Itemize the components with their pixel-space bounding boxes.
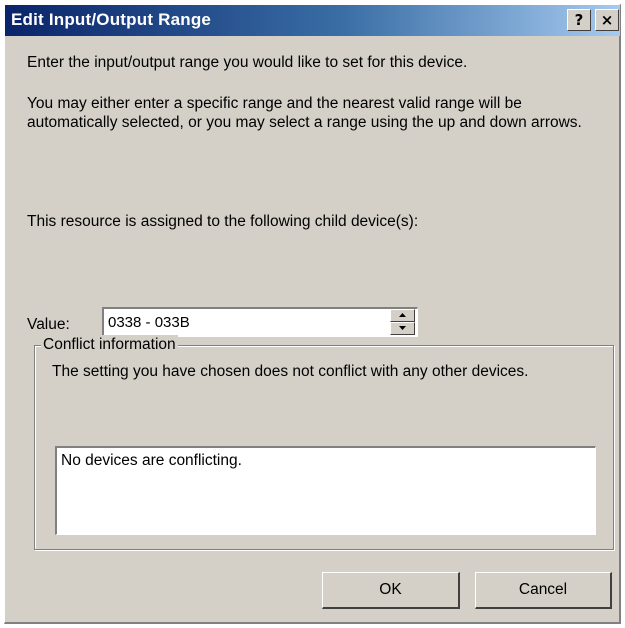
arrow-down-icon — [399, 326, 406, 330]
dialog-title: Edit Input/Output Range — [11, 10, 212, 29]
conflict-list[interactable]: No devices are conflicting. — [55, 446, 596, 535]
spin-up-button[interactable] — [390, 309, 415, 322]
intro-text: Enter the input/output range you would l… — [27, 54, 468, 71]
edit-io-range-dialog: Edit Input/Output Range ? × Enter the in… — [4, 4, 621, 624]
instructions-text: You may either enter a specific range an… — [27, 95, 582, 131]
conflict-information-group: Conflict information The setting you hav… — [34, 335, 614, 550]
value-input[interactable]: 0338 - 033B — [108, 314, 190, 332]
value-spinbox[interactable]: 0338 - 033B — [102, 307, 418, 337]
help-button[interactable]: ? — [567, 9, 591, 31]
conflict-group-label: Conflict information — [41, 335, 178, 354]
title-bar[interactable]: Edit Input/Output Range ? × — [5, 5, 620, 36]
close-button[interactable]: × — [595, 9, 619, 31]
assignment-text: This resource is assigned to the followi… — [27, 213, 419, 230]
spin-down-button[interactable] — [390, 322, 415, 335]
conflict-message: The setting you have chosen does not con… — [52, 363, 529, 380]
ok-button[interactable]: OK — [322, 572, 460, 609]
value-label: Value: — [27, 316, 70, 333]
arrow-up-icon — [399, 313, 406, 317]
cancel-button[interactable]: Cancel — [475, 572, 612, 609]
list-item: No devices are conflicting. — [61, 452, 242, 469]
